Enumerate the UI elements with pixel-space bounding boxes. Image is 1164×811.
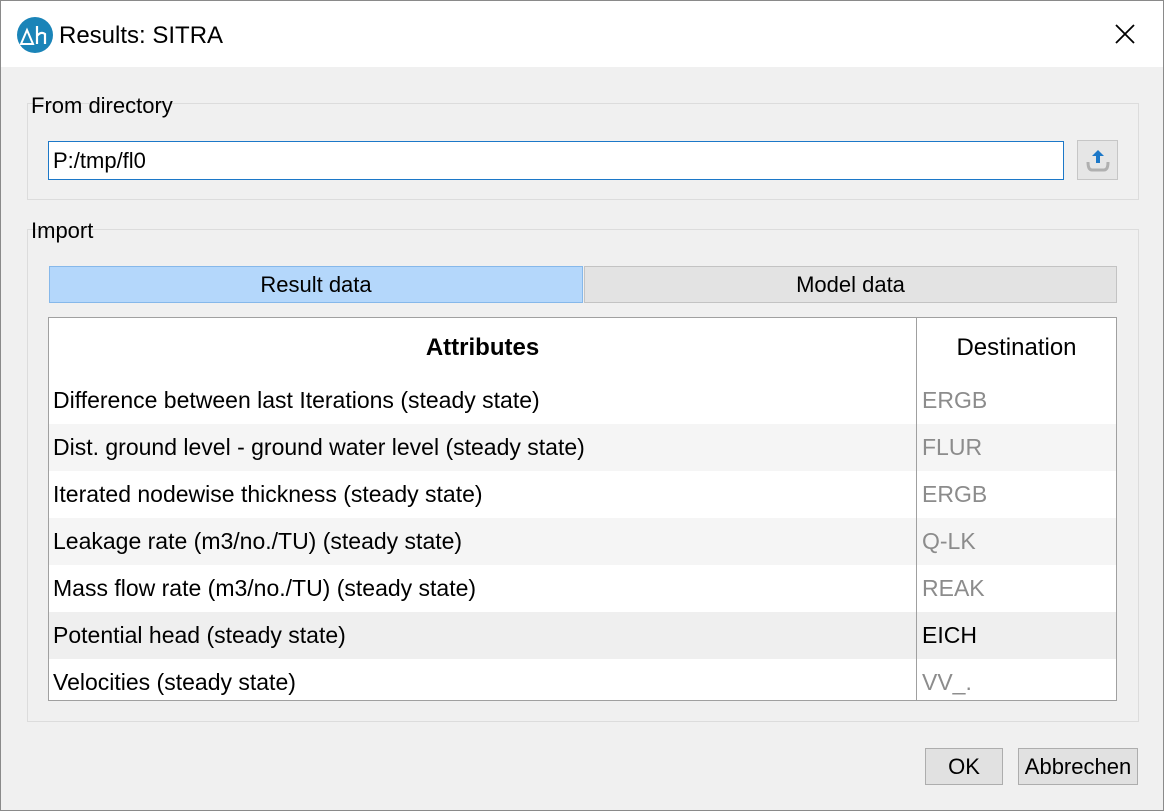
tab-result-data[interactable]: Result data <box>49 266 583 303</box>
tab-result-data-label: Result data <box>260 271 372 297</box>
close-button[interactable] <box>1095 11 1155 57</box>
destination-cell[interactable]: Q-LK <box>916 518 1116 565</box>
destination-cell[interactable]: ERGB <box>916 377 1116 424</box>
tab-model-data[interactable]: Model data <box>584 266 1117 303</box>
attributes-table: Attributes Destination Difference betwee… <box>48 317 1117 701</box>
import-label: Import <box>31 218 94 243</box>
table-row[interactable]: Leakage rate (m3/no./TU) (steady state) … <box>49 518 1116 565</box>
from-directory-label: From directory <box>31 93 173 118</box>
column-header-destination[interactable]: Destination <box>916 318 1116 377</box>
app-icon <box>17 17 53 53</box>
title-bar: Results: SITRA <box>1 1 1163 67</box>
window-title: Results: SITRA <box>59 22 224 49</box>
table-row[interactable]: Dist. ground level - ground water level … <box>49 424 1116 471</box>
attribute-cell: Potential head (steady state) <box>53 622 346 648</box>
table-row[interactable]: Velocities (steady state) VV_. <box>49 659 1116 700</box>
table-row[interactable]: Mass flow rate (m3/no./TU) (steady state… <box>49 565 1116 612</box>
destination-cell[interactable]: REAK <box>916 565 1116 612</box>
close-icon <box>1115 24 1135 44</box>
attribute-cell: Iterated nodewise thickness (steady stat… <box>53 481 483 507</box>
browse-directory-button[interactable] <box>1077 140 1118 180</box>
table-row[interactable]: Potential head (steady state) EICH <box>49 612 1116 659</box>
upload-folder-icon <box>1086 150 1109 172</box>
attribute-cell: Mass flow rate (m3/no./TU) (steady state… <box>53 575 477 601</box>
tab-model-data-label: Model data <box>796 271 905 297</box>
ok-button[interactable]: OK <box>925 748 1003 785</box>
directory-path-input[interactable] <box>48 141 1064 180</box>
destination-cell[interactable]: ERGB <box>916 471 1116 518</box>
cancel-button[interactable]: Abbrechen <box>1018 748 1138 785</box>
attribute-cell: Difference between last Iterations (stea… <box>53 387 540 413</box>
attribute-cell: Dist. ground level - ground water level … <box>53 434 585 460</box>
column-header-attributes[interactable]: Attributes <box>49 318 916 377</box>
table-row[interactable]: Difference between last Iterations (stea… <box>49 377 1116 424</box>
attribute-cell: Leakage rate (m3/no./TU) (steady state) <box>53 528 463 554</box>
attribute-cell: Velocities (steady state) <box>53 669 296 695</box>
destination-cell[interactable]: EICH <box>916 612 1116 659</box>
destination-cell[interactable]: VV_. <box>916 659 1116 700</box>
destination-cell[interactable]: FLUR <box>916 424 1116 471</box>
table-row[interactable]: Iterated nodewise thickness (steady stat… <box>49 471 1116 518</box>
results-dialog: Results: SITRA From directory Import Res… <box>0 0 1164 811</box>
